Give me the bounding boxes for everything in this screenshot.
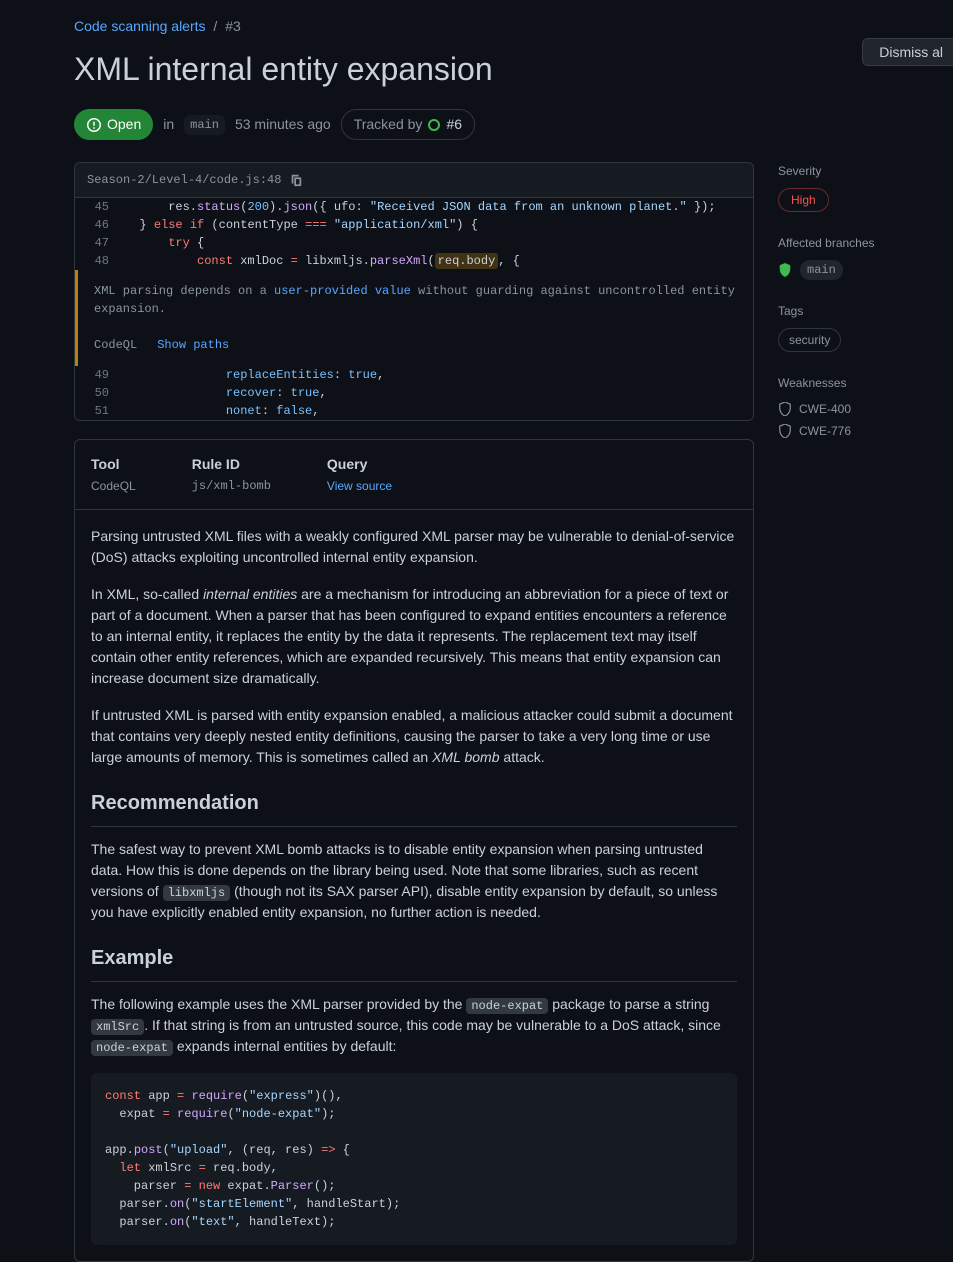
breadcrumb-current: #3: [225, 18, 241, 34]
example-text: The following example uses the XML parse…: [91, 994, 737, 1057]
code-content: replaceEntities: true,: [125, 366, 753, 384]
description-paragraph: If untrusted XML is parsed with entity e…: [91, 705, 737, 768]
code-line: 46 } else if (contentType === "applicati…: [75, 216, 753, 234]
severity-badge: High: [778, 188, 829, 212]
tags-section: Tags security: [778, 302, 953, 352]
code-header: Season-2/Level-4/code.js:48: [75, 163, 753, 198]
shield-icon: [778, 263, 792, 277]
issue-open-icon: [428, 119, 440, 131]
alert-icon: [86, 117, 102, 133]
alert-box: XML parsing depends on a user-provided v…: [75, 270, 753, 366]
weakness-label: CWE-400: [799, 400, 851, 418]
status-branch-prefix: in: [163, 114, 174, 135]
line-number: 47: [75, 234, 125, 252]
breadcrumb-sep: /: [213, 18, 217, 34]
weakness-label: CWE-776: [799, 422, 851, 440]
info-col-value[interactable]: View source: [327, 477, 392, 495]
line-number: 49: [75, 366, 125, 384]
info-col-label: Tool: [91, 454, 136, 475]
info-header: Tool CodeQL Rule ID js/xml-bomb Query View so…: [75, 440, 753, 510]
code-content: res.status(200).json({ ufo: "Received JS…: [125, 198, 753, 216]
code-line: 51 nonet: false,: [75, 402, 753, 420]
info-col-label: Rule ID: [192, 454, 271, 475]
code-card: Season-2/Level-4/code.js:48 45 res.statu…: [74, 162, 754, 421]
severity-label: Severity: [778, 162, 953, 180]
alert-message: XML parsing depends on a user-provided v…: [94, 282, 737, 318]
breadcrumb: Code scanning alerts / #3: [74, 16, 953, 37]
tags-label: Tags: [778, 302, 953, 320]
code-line: 48 const xmlDoc = libxmljs.parseXml(req.…: [75, 252, 753, 270]
weakness-row[interactable]: CWE-400: [778, 400, 953, 418]
line-number: 46: [75, 216, 125, 234]
info-card: Tool CodeQL Rule ID js/xml-bomb Query View so…: [74, 439, 754, 1262]
tracked-by-pill[interactable]: Tracked by #6: [341, 109, 475, 140]
affected-branches-section: Affected branches main: [778, 234, 953, 280]
code-body: 45 res.status(200).json({ ufo: "Received…: [75, 198, 753, 420]
info-col-value: js/xml-bomb: [192, 477, 271, 495]
code-content: const xmlDoc = libxmljs.parseXml(req.bod…: [125, 252, 753, 270]
line-number: 48: [75, 252, 125, 270]
status-age: 53 minutes ago: [235, 114, 331, 135]
line-number: 51: [75, 402, 125, 420]
code-content: } else if (contentType === "application/…: [125, 216, 753, 234]
page-title: XML internal entity expansion: [74, 45, 953, 93]
tracked-prefix: Tracked by: [354, 114, 423, 135]
affected-branches-label: Affected branches: [778, 234, 953, 252]
description-paragraph: In XML, so-called internal entities are …: [91, 584, 737, 689]
shield-icon: [778, 402, 792, 416]
info-col: Rule ID js/xml-bomb: [192, 454, 271, 495]
code-path[interactable]: Season-2/Level-4/code.js:48: [87, 171, 281, 189]
user-provided-link[interactable]: user-provided value: [274, 284, 411, 298]
tracked-issue: #6: [446, 114, 462, 135]
example-code-block: const app = require("express")(), expat …: [91, 1073, 737, 1245]
weaknesses-label: Weaknesses: [778, 374, 953, 392]
info-col-label: Query: [327, 454, 392, 475]
copy-icon[interactable]: [289, 173, 303, 187]
breadcrumb-parent[interactable]: Code scanning alerts: [74, 18, 206, 34]
status-badge-open: Open: [74, 109, 153, 140]
code-line: 49 replaceEntities: true,: [75, 366, 753, 384]
weakness-row[interactable]: CWE-776: [778, 422, 953, 440]
show-paths-link[interactable]: Show paths: [157, 336, 229, 354]
code-line: 50 recover: true,: [75, 384, 753, 402]
status-branch[interactable]: main: [184, 115, 225, 135]
recommendation-heading: Recommendation: [91, 788, 737, 827]
code-line: 45 res.status(200).json({ ufo: "Received…: [75, 198, 753, 216]
info-col: Query View source: [327, 454, 392, 495]
info-body: Parsing untrusted XML files with a weakl…: [75, 510, 753, 1261]
code-content: nonet: false,: [125, 402, 753, 420]
branch-name[interactable]: main: [800, 260, 843, 280]
description-paragraph: Parsing untrusted XML files with a weakl…: [91, 526, 737, 568]
info-col-value: CodeQL: [91, 477, 136, 495]
meta-row: Open in main 53 minutes ago Tracked by #…: [74, 109, 953, 140]
line-number: 45: [75, 198, 125, 216]
alert-tool: CodeQL: [94, 336, 137, 354]
severity-section: Severity High: [778, 162, 953, 212]
code-content: try {: [125, 234, 753, 252]
shield-icon: [778, 424, 792, 438]
dismiss-alert-button[interactable]: Dismiss al: [862, 38, 953, 66]
weaknesses-section: Weaknesses CWE-400 CWE-776: [778, 374, 953, 440]
status-label: Open: [107, 114, 141, 135]
recommendation-text: The safest way to prevent XML bomb attac…: [91, 839, 737, 923]
code-content: recover: true,: [125, 384, 753, 402]
example-heading: Example: [91, 943, 737, 982]
line-number: 50: [75, 384, 125, 402]
info-col: Tool CodeQL: [91, 454, 136, 495]
tag-security[interactable]: security: [778, 328, 841, 352]
code-line: 47 try {: [75, 234, 753, 252]
